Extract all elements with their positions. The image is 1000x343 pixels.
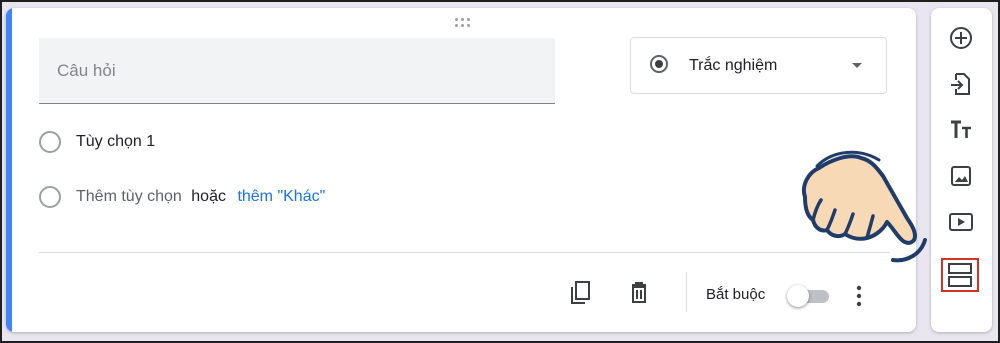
or-text: hoặc [191,188,226,205]
duplicate-icon[interactable] [568,280,594,306]
question-type-dropdown[interactable]: Trắc nghiệm [630,37,887,94]
more-vert-icon[interactable] [853,284,865,308]
toggle-thumb [787,285,809,307]
footer-vertical-divider [686,272,687,312]
footer-divider [39,252,890,253]
radio-unchecked-icon [39,131,61,153]
add-title-description-icon[interactable] [947,116,975,144]
active-card-indicator [6,8,12,332]
floating-toolbar [931,8,992,332]
editor-stage: Trắc nghiệm Tùy chọn 1 Thêm tùy chọn hoặ… [2,2,998,341]
question-input[interactable] [39,38,555,103]
question-card[interactable]: Trắc nghiệm Tùy chọn 1 Thêm tùy chọn hoặ… [6,8,916,332]
delete-icon[interactable] [626,280,652,306]
drag-handle-icon[interactable] [455,18,477,30]
radio-checked-icon [650,55,668,73]
add-other-link[interactable]: thêm "Khác" [237,188,325,205]
question-title-field[interactable] [39,38,555,104]
required-toggle[interactable] [787,284,833,308]
add-video-icon[interactable] [947,208,975,236]
add-question-icon[interactable] [947,24,975,52]
question-type-label: Trắc nghiệm [689,57,778,74]
option-label[interactable]: Tùy chọn 1 [76,133,155,151]
add-image-icon[interactable] [947,162,975,190]
radio-unchecked-icon [39,186,61,208]
option-item[interactable]: Tùy chọn 1 [39,129,339,155]
add-option-text: Thêm tùy chọn hoặc thêm "Khác" [76,188,325,206]
dropdown-arrow-icon [852,63,862,68]
add-section-icon[interactable] [941,258,979,292]
add-option-row: Thêm tùy chọn hoặc thêm "Khác" [39,184,439,210]
pointing-hand-icon [797,150,937,265]
import-questions-icon[interactable] [947,70,975,98]
add-option-link[interactable]: Thêm tùy chọn [76,188,182,205]
required-label: Bắt buộc [706,286,766,303]
